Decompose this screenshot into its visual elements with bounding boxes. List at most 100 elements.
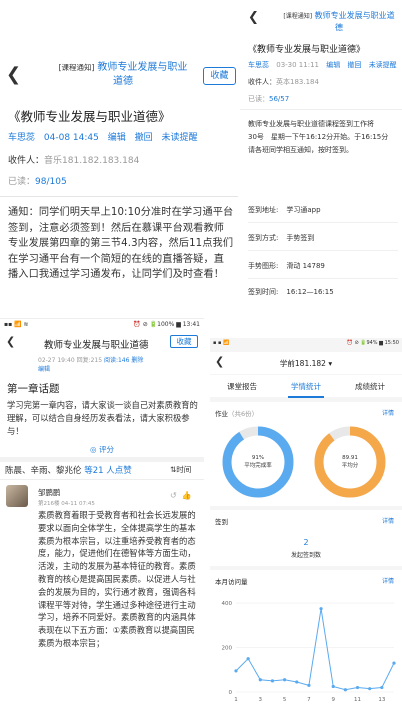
topic-meta: 02-27 19:40 回复:215 阅读:146 删除 [38, 355, 143, 364]
author[interactable]: 车思蕊 [248, 61, 269, 69]
x-tick-label: 1 [234, 697, 238, 703]
rate-button[interactable]: ◎ 评分 [0, 444, 204, 455]
homework-card: 作业（共6份） 详情 91% 平均完成率 89.91 平均分 [210, 402, 402, 506]
x-tick-label: 3 [259, 697, 263, 703]
nav-bar: ❮ [课程通知] 教师专业发展与职业道德 收藏 [0, 56, 238, 96]
nav-bar: ❮ 教师专业发展与职业道德 收藏 [0, 334, 204, 352]
read-status: 已读：98/105 [8, 174, 67, 187]
x-tick-label: 5 [283, 697, 287, 703]
unread-remind-link[interactable]: 未读提醒 [369, 61, 397, 69]
completion-ring-label: 91% 平均完成率 [228, 454, 288, 470]
collect-button[interactable]: 收藏 [170, 335, 198, 348]
divider [0, 479, 204, 480]
reply-icon[interactable]: ↺ [170, 491, 177, 500]
receiver-value: 音乐181.182.183.184 [44, 156, 140, 166]
edit-link[interactable]: 编辑 [108, 133, 126, 143]
revoke-link[interactable]: 撤回 [347, 61, 361, 69]
edit-link[interactable]: 编辑 [326, 61, 340, 69]
like-icon[interactable]: 👍 [182, 491, 192, 500]
sort-button[interactable]: ⇅时间 [170, 464, 191, 475]
homework-label: 作业 [215, 410, 228, 418]
timestamp: 03-30 11:11 [276, 61, 319, 69]
avatar[interactable] [6, 485, 28, 507]
comment-body: 素质教育着眼于受教育者和社会长远发展的要求以面向全体学生，全体提高学生的基本素质… [38, 510, 196, 648]
notice-tag: [课程通知] [283, 13, 313, 20]
separator-band [0, 457, 204, 462]
notice-panel-b: ❮ [课程通知] 教师专业发展与职业道德 《教师专业发展与职业道德》 车思蕊 0… [240, 0, 402, 305]
completion-label: 平均完成率 [244, 463, 272, 469]
author[interactable]: 车思蕊 [8, 133, 35, 143]
praise-row: 陈晨、辛雨、黎兆伦 等21 人点赞 [5, 464, 132, 476]
notice-meta: 车思蕊 04-08 14:45 编辑 撤回 未读提醒 [8, 130, 204, 143]
sign-address-row: 签到地址: 学习通app [248, 205, 321, 215]
read-count: 阅读:146 [103, 357, 130, 364]
tab-class-report[interactable]: 课堂报告 [210, 381, 274, 392]
comment-actions: ↺ 👍 [170, 491, 192, 500]
tab-bar: 课堂报告 学情统计 成绩统计 [210, 375, 402, 398]
tab-learning-stats[interactable]: 学情统计 [274, 381, 338, 398]
class-title: 学前181.182 [279, 359, 326, 368]
edit-link[interactable]: 编辑 [38, 364, 50, 373]
read-label: 已读： [248, 95, 269, 103]
homework-detail-link[interactable]: 详情 [382, 408, 394, 417]
sign-title: 签到 [215, 518, 228, 526]
back-icon[interactable]: ❮ [6, 335, 15, 348]
course-title: 教师专业发展与职业道德 [97, 62, 188, 87]
notice-title: [课程通知] 教师专业发展与职业道德 [280, 10, 398, 33]
x-tick-label: 7 [307, 697, 311, 703]
page-title: 学前181.182 ▾ [210, 358, 402, 369]
unread-remind-link[interactable]: 未读提醒 [162, 133, 198, 143]
notice-heading: 《教师专业发展与职业道德》 [248, 45, 366, 55]
status-left: ▪ ▪ 📶 [213, 340, 230, 346]
divider [248, 278, 398, 279]
revoke-link[interactable]: 撤回 [135, 133, 153, 143]
notice-body: 通知：同学们明天早上10:10分准时在学习通平台签到，注意必须签到！然后在慕课平… [8, 207, 234, 280]
back-icon[interactable]: ❮ [248, 10, 259, 25]
y-tick-label: 400 [222, 601, 233, 607]
completion-value: 91% [251, 455, 265, 461]
status-bar: ▪ ▪ 📶 ⏰ ⊘ 🔋94% ▆ 15:50 [213, 340, 399, 346]
notice-meta: 车思蕊 03-30 11:11 编辑 撤回 未读提醒 [248, 60, 402, 70]
divider [240, 109, 402, 110]
course-title: 教师专业发展与职业道德 [314, 11, 395, 32]
score-ring-label: 89.91 平均分 [320, 454, 380, 470]
x-tick-label: 13 [378, 697, 385, 703]
divider [248, 222, 398, 223]
delete-link[interactable]: 删除 [131, 357, 143, 364]
series-line [235, 608, 395, 691]
collect-button[interactable]: 收藏 [203, 67, 236, 85]
rate-label: 评分 [98, 445, 114, 454]
visits-line-chart: 02004001 3 5 7 9 11 13 [222, 601, 396, 703]
body-line: 请各班同学相互通知，按时签到。 [248, 146, 353, 154]
data-point [283, 678, 287, 682]
receiver-label: 收件人： [8, 156, 45, 166]
back-icon[interactable]: ❮ [6, 64, 21, 85]
sign-method-value: 手势签到 [286, 234, 315, 242]
sign-count: 2 [303, 538, 309, 547]
chevron-down-icon[interactable]: ▾ [328, 359, 332, 368]
sign-address-label: 签到地址: [248, 206, 279, 214]
divider [0, 196, 238, 197]
y-tick-label: 0 [229, 690, 233, 696]
nav-bar: ❮ 学前181.182 ▾ [210, 352, 402, 374]
divider [248, 250, 398, 251]
read-count[interactable]: 56/57 [269, 95, 289, 103]
homework-count: （共6份） [228, 410, 259, 418]
sign-detail-link[interactable]: 详情 [382, 516, 394, 525]
notice-tag: [课程通知] [58, 63, 95, 72]
data-point [319, 607, 323, 611]
score-label: 平均分 [341, 463, 359, 469]
body-line: 教师专业发展与职业道德课程签到工作将 [248, 120, 374, 128]
data-point [392, 661, 396, 665]
notice-heading: 《教师专业发展与职业道德》 [8, 109, 171, 124]
praise-count[interactable]: 等21 人点赞 [84, 466, 132, 476]
praise-names: 陈晨、辛雨、黎兆伦 [5, 466, 82, 476]
read-count[interactable]: 98/105 [35, 177, 67, 187]
data-point [234, 669, 238, 673]
data-point [355, 685, 360, 690]
comment-author[interactable]: 邹鹏鹏 [38, 487, 61, 498]
data-point [368, 687, 372, 691]
tab-grade-stats[interactable]: 成绩统计 [338, 381, 402, 392]
sign-method-label: 签到方式: [248, 234, 279, 242]
topic-title: 第一章话题 [7, 383, 60, 395]
